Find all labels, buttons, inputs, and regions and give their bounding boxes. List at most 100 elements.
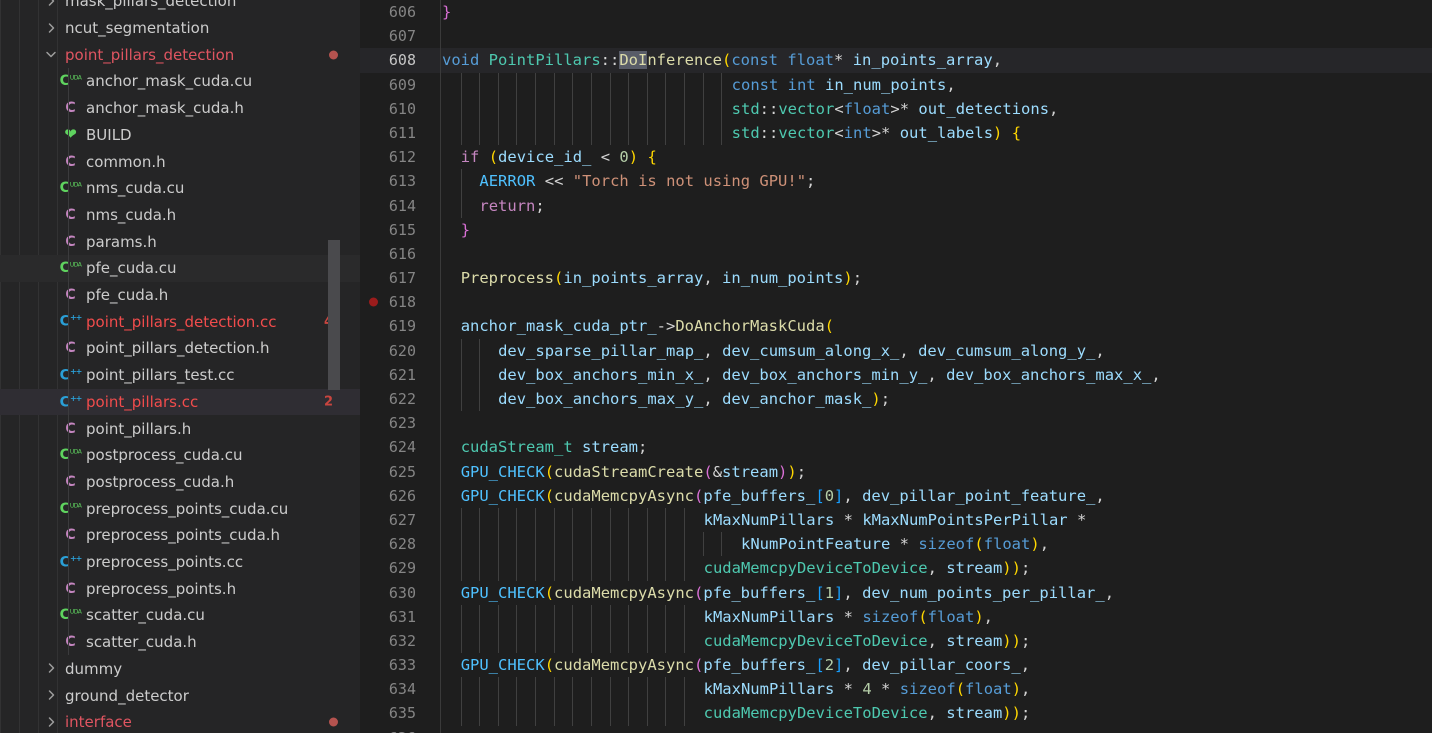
code-text[interactable]: cudaMemcpyDeviceToDevice, stream)); bbox=[428, 701, 1432, 726]
line-number[interactable]: 614 bbox=[360, 194, 428, 218]
code-line[interactable]: 620 dev_sparse_pillar_map_, dev_cumsum_a… bbox=[360, 338, 1432, 363]
code-line[interactable]: 618 bbox=[360, 290, 1432, 314]
tree-file-point-pillars-detection-cc[interactable]: C++point_pillars_detection.cc4 bbox=[0, 308, 360, 335]
explorer-sidebar[interactable]: mask_pillars_detection ncut_segmentation p… bbox=[0, 0, 360, 733]
code-text[interactable]: GPU_CHECK(cudaMemcpyAsync(pfe_buffers_[1… bbox=[428, 581, 1432, 605]
line-number[interactable]: 617 bbox=[360, 266, 428, 290]
sidebar-scrollbar-track[interactable] bbox=[328, 0, 350, 733]
line-number[interactable]: 623 bbox=[360, 411, 428, 435]
code-editor-pane[interactable]: 606} 607 608 void PointPillars::DoInference… bbox=[360, 0, 1432, 733]
line-number[interactable]: 616 bbox=[360, 242, 428, 266]
code-text[interactable] bbox=[428, 24, 1432, 48]
tree-folder-interface[interactable]: interface bbox=[0, 709, 360, 733]
code-text[interactable]: kMaxNumPillars * 4 * sizeof(float), bbox=[428, 677, 1432, 702]
chevron-down-icon[interactable] bbox=[43, 47, 59, 63]
code-text[interactable]: kNumPointFeature * sizeof(float), bbox=[428, 532, 1432, 557]
code-text[interactable]: return; bbox=[428, 193, 1432, 218]
code-line[interactable]: 614 return; bbox=[360, 193, 1432, 218]
line-number[interactable]: 611 bbox=[360, 121, 428, 145]
code-line[interactable]: 621 dev_box_anchors_min_x_, dev_box_anch… bbox=[360, 362, 1432, 387]
line-number[interactable]: 636 bbox=[360, 726, 428, 733]
code-text[interactable]: dev_box_anchors_min_x_, dev_box_anchors_… bbox=[428, 362, 1432, 387]
tree-file-preprocess-points-h[interactable]: Cpreprocess_points.h bbox=[0, 575, 360, 602]
code-text[interactable]: cudaMemcpyDeviceToDevice, stream)); bbox=[428, 556, 1432, 581]
code-line[interactable]: 625 GPU_CHECK(cudaStreamCreate(&stream))… bbox=[360, 460, 1432, 484]
line-number[interactable]: 635 bbox=[360, 701, 428, 725]
code-text[interactable]: kMaxNumPillars * kMaxNumPointsPerPillar … bbox=[428, 507, 1432, 533]
line-number[interactable]: 630 bbox=[360, 581, 428, 605]
chevron-right-icon[interactable] bbox=[43, 661, 59, 677]
code-text[interactable]: std::vector<float>* out_detections, bbox=[428, 96, 1432, 121]
code-line[interactable]: 609 const int in_num_points, bbox=[360, 72, 1432, 97]
code-line[interactable]: 606} bbox=[360, 0, 1432, 24]
breakpoint-icon[interactable] bbox=[369, 297, 378, 307]
code-line[interactable]: 624 cudaStream_t stream; bbox=[360, 435, 1432, 459]
code-text[interactable]: cudaStream_t stream; bbox=[428, 435, 1432, 459]
code-text[interactable]: Preprocess(in_points_array, in_num_point… bbox=[428, 266, 1432, 290]
chevron-right-icon[interactable] bbox=[43, 688, 59, 704]
tree-file-anchor-mask-cuda-cu[interactable]: CUDA anchor_mask_cuda.cu bbox=[0, 68, 360, 95]
line-number[interactable]: 632 bbox=[360, 629, 428, 653]
line-number[interactable]: 609 bbox=[360, 73, 428, 97]
code-line[interactable]: 613 AERROR << "Torch is not using GPU!"; bbox=[360, 169, 1432, 194]
code-text[interactable]: const int in_num_points, bbox=[428, 72, 1432, 97]
code-line[interactable]: 619 anchor_mask_cuda_ptr_->DoAnchorMaskC… bbox=[360, 314, 1432, 338]
line-number[interactable]: 619 bbox=[360, 314, 428, 338]
code-line[interactable]: 612 if (device_id_ < 0) { bbox=[360, 145, 1432, 169]
line-number[interactable]: 625 bbox=[360, 460, 428, 484]
tree-folder-dummy[interactable]: dummy bbox=[0, 656, 360, 683]
code-text[interactable]: kMaxNumPillars * sizeof(float), bbox=[428, 604, 1432, 629]
line-number[interactable]: 620 bbox=[360, 339, 428, 363]
tree-file-scatter-cuda-cu[interactable]: CUDA scatter_cuda.cu bbox=[0, 602, 360, 629]
code-line[interactable]: 635 cudaMemcpyDeviceToDevice, stream)); bbox=[360, 701, 1432, 726]
code-text[interactable]: if (device_id_ < 0) { bbox=[428, 145, 1432, 169]
code-text[interactable]: dev_box_anchors_max_y_, dev_anchor_mask_… bbox=[428, 387, 1432, 412]
code-text[interactable]: } bbox=[428, 218, 1432, 242]
tree-file-pfe-cuda-h[interactable]: Cpfe_cuda.h bbox=[0, 282, 360, 309]
code-line[interactable]: 622 dev_box_anchors_max_y_, dev_anchor_m… bbox=[360, 387, 1432, 412]
code-text[interactable]: GPU_CHECK(cudaMemcpyAsync(pfe_buffers_[2… bbox=[428, 653, 1432, 677]
code-line[interactable]: 626 GPU_CHECK(cudaMemcpyAsync(pfe_buffer… bbox=[360, 484, 1432, 508]
sidebar-scrollbar-thumb[interactable] bbox=[328, 240, 340, 390]
code-line[interactable]: 611 std::vector<int>* out_labels) { bbox=[360, 120, 1432, 146]
line-number[interactable]: 621 bbox=[360, 363, 428, 387]
tree-file-point-pillars-detection-h[interactable]: Cpoint_pillars_detection.h bbox=[0, 335, 360, 362]
code-line[interactable]: 616 bbox=[360, 242, 1432, 266]
code-text[interactable]: AERROR << "Torch is not using GPU!"; bbox=[428, 169, 1432, 194]
line-number[interactable]: 612 bbox=[360, 145, 428, 169]
code-text[interactable] bbox=[428, 242, 1432, 266]
tree-file-nms-cuda-h[interactable]: Cnms_cuda.h bbox=[0, 202, 360, 229]
tree-file-common-h[interactable]: Ccommon.h bbox=[0, 148, 360, 175]
code-lines[interactable]: 606} 607 608 void PointPillars::DoInference… bbox=[360, 0, 1432, 733]
line-number[interactable]: 618 bbox=[360, 290, 428, 314]
code-line[interactable]: 633 GPU_CHECK(cudaMemcpyAsync(pfe_buffer… bbox=[360, 653, 1432, 677]
line-number[interactable]: 613 bbox=[360, 169, 428, 193]
code-line[interactable]: 629 cudaMemcpyDeviceToDevice, stream)); bbox=[360, 556, 1432, 581]
code-line[interactable]: 615 } bbox=[360, 218, 1432, 242]
code-text[interactable] bbox=[428, 726, 1432, 733]
tree-file-nms-cuda-cu[interactable]: CUDA nms_cuda.cu bbox=[0, 175, 360, 202]
tree-folder-ground-detector[interactable]: ground_detector bbox=[0, 682, 360, 709]
line-number[interactable]: 606 bbox=[360, 0, 428, 24]
code-line[interactable]: 630 GPU_CHECK(cudaMemcpyAsync(pfe_buffer… bbox=[360, 581, 1432, 605]
code-text[interactable]: std::vector<int>* out_labels) { bbox=[428, 120, 1432, 146]
code-line[interactable]: 610 std::vector<float>* out_detections, bbox=[360, 96, 1432, 121]
chevron-right-icon[interactable] bbox=[43, 714, 59, 730]
line-number[interactable]: 629 bbox=[360, 556, 428, 580]
tree-file-postprocess-cuda-cu[interactable]: CUDA postprocess_cuda.cu bbox=[0, 442, 360, 469]
code-line[interactable]: 623 bbox=[360, 411, 1432, 435]
line-number[interactable]: 633 bbox=[360, 653, 428, 677]
code-line[interactable]: 607 bbox=[360, 24, 1432, 48]
code-text[interactable]: GPU_CHECK(cudaMemcpyAsync(pfe_buffers_[0… bbox=[428, 484, 1432, 508]
line-number[interactable]: 624 bbox=[360, 435, 428, 459]
chevron-right-icon[interactable] bbox=[43, 0, 59, 9]
line-number[interactable]: 631 bbox=[360, 605, 428, 629]
tree-file-point-pillars-test-cc[interactable]: C++ point_pillars_test.cc bbox=[0, 362, 360, 389]
tree-folder-ncut-segmentation[interactable]: ncut_segmentation bbox=[0, 15, 360, 42]
tree-file-postprocess-cuda-h[interactable]: Cpostprocess_cuda.h bbox=[0, 469, 360, 496]
line-number[interactable]: 634 bbox=[360, 677, 428, 701]
line-number[interactable]: 608 bbox=[360, 48, 428, 72]
tree-file-point-pillars-h[interactable]: Cpoint_pillars.h bbox=[0, 415, 360, 442]
tree-file-point-pillars-cc[interactable]: C++ point_pillars.cc 2 bbox=[0, 388, 360, 416]
code-line[interactable]: 617 Preprocess(in_points_array, in_num_p… bbox=[360, 266, 1432, 290]
